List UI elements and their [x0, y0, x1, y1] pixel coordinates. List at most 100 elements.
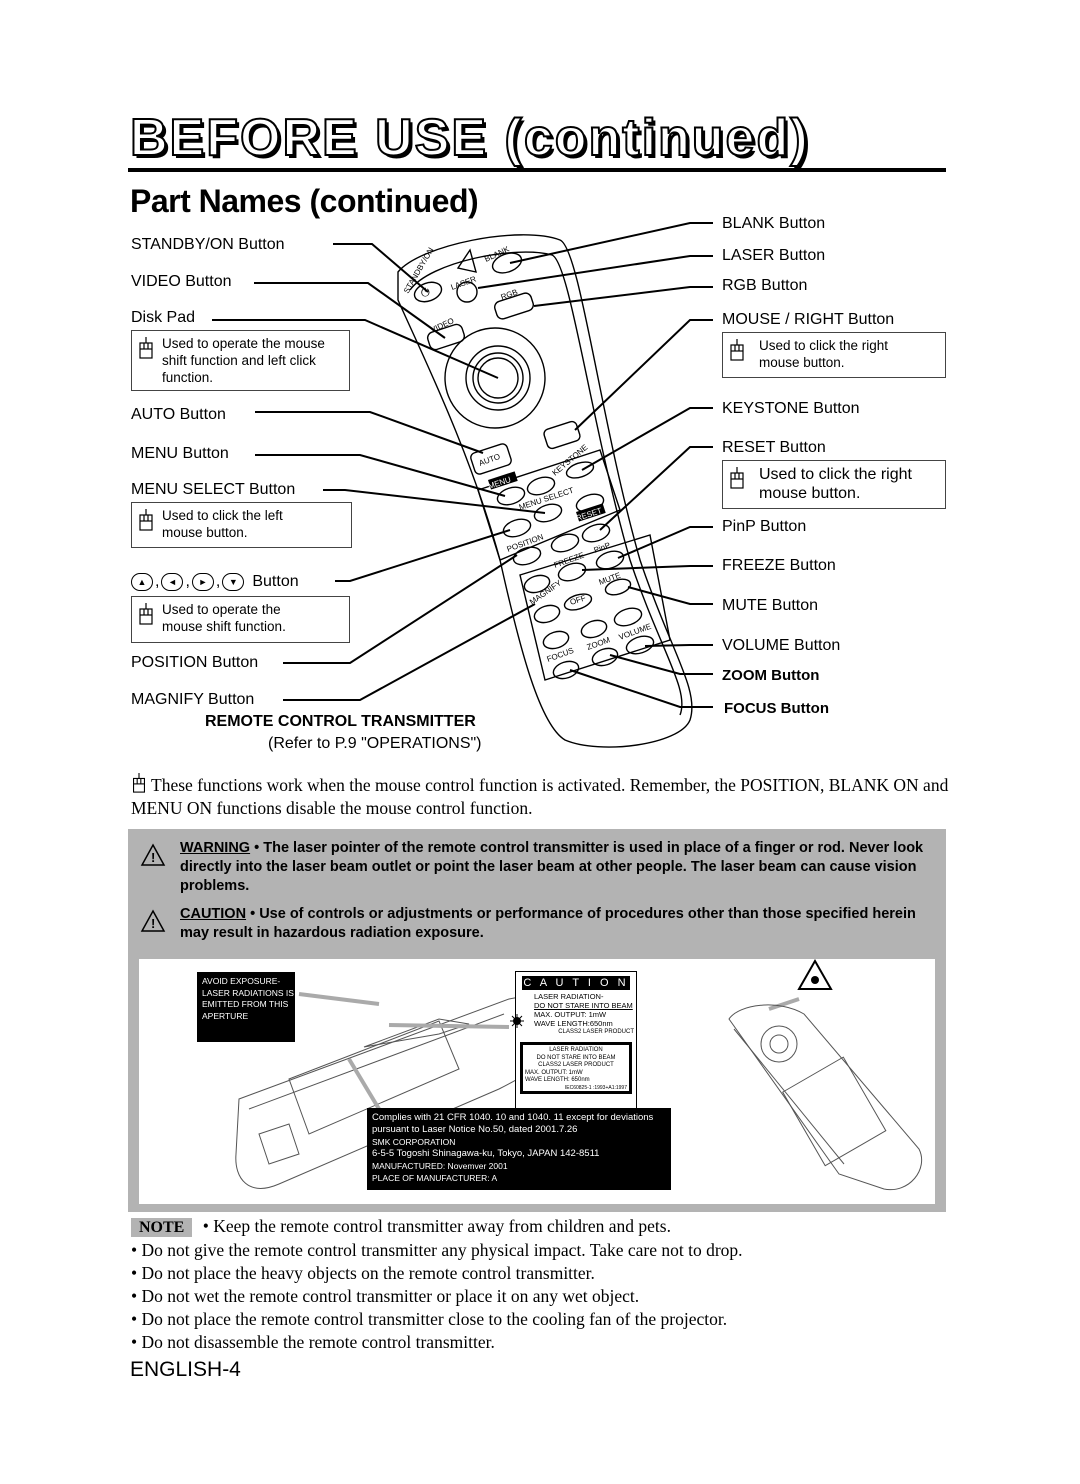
svg-text:KEYSTONE: KEYSTONE	[551, 443, 590, 478]
aperture-label: AVOID EXPOSURE- LASER RADIATIONS IS EMIT…	[197, 972, 295, 1042]
label-auto-button: AUTO Button	[131, 406, 226, 423]
svg-text:BLANK: BLANK	[483, 244, 511, 264]
svg-text:AUTO: AUTO	[478, 452, 502, 468]
leader-laser	[477, 255, 713, 289]
compliance-label: Complies with 21 CFR 1040. 10 and 1040. …	[367, 1108, 671, 1190]
svg-text:VOLUME: VOLUME	[618, 622, 653, 642]
label-keystone-button: KEYSTONE Button	[722, 400, 860, 417]
label-freeze-button: FREEZE Button	[722, 557, 836, 574]
transmitter-reference: (Refer to P.9 "OPERATIONS")	[268, 735, 482, 752]
svg-text:⏻: ⏻	[421, 287, 430, 299]
caution-label-sticker: C A U T I O N LASER RADIATION- DO NOT ST…	[510, 971, 637, 1113]
down-arrow-icon: ▼	[222, 573, 245, 591]
note-reset: Used to click the right mouse button.	[722, 460, 946, 509]
up-arrow-icon: ▲	[131, 573, 153, 591]
compliance-line: SMK CORPORATION	[372, 1137, 456, 1147]
note-text: Used to click the right mouse button.	[759, 466, 912, 502]
label-blank-button: BLANK Button	[722, 215, 826, 232]
label-volume-button: VOLUME Button	[722, 637, 841, 654]
leader-menu-select	[323, 489, 546, 514]
leader-mouse-right	[574, 319, 713, 431]
remote-body	[397, 234, 693, 748]
caution-text: CAUTION • Use of controls or adjustments…	[140, 905, 930, 943]
mouse-function-paragraph: These functions work when the mouse cont…	[131, 773, 951, 820]
caution-sticker-title: C A U T I O N	[522, 976, 630, 990]
note-item: • Do not place the heavy objects on the …	[131, 1263, 595, 1283]
note-disk-pad: Used to operate the mouse shift function…	[131, 330, 350, 391]
leader-volume	[644, 644, 713, 647]
sticker-line: LASER RADIATION-	[534, 992, 604, 1001]
inner-line: IEC60825-1 :1993+A1:1997	[564, 1084, 627, 1091]
svg-text:STANDBY/ON: STANDBY/ON	[402, 246, 436, 295]
page-number: ENGLISH-4	[130, 1358, 241, 1381]
caution-label: CAUTION	[180, 906, 247, 922]
leader-zoom	[609, 654, 713, 675]
caution-body: • Use of controls or adjustments or perf…	[180, 906, 916, 941]
label-zoom-button: ZOOM Button	[722, 667, 820, 684]
mouse-icon	[730, 467, 744, 489]
note-text: Used to click the right mouse button.	[759, 338, 889, 370]
leader-freeze	[581, 565, 713, 571]
svg-text:MAGNIFY: MAGNIFY	[528, 578, 564, 607]
label-arrow-buttons: ▲, ◄, ►, ▼ Button	[131, 573, 299, 591]
comma: ,	[185, 573, 190, 590]
mouse-icon	[133, 773, 145, 793]
transmitter-title: REMOTE CONTROL TRANSMITTER	[205, 713, 476, 730]
leader-reset	[599, 446, 713, 531]
note-item: • Do not disassemble the remote control …	[131, 1332, 495, 1352]
label-mute-button: MUTE Button	[722, 597, 819, 614]
leader-mute	[627, 586, 713, 605]
label-menu-button: MENU Button	[131, 445, 229, 462]
caution-triangle-icon: !	[140, 909, 166, 932]
label-rgb-button: RGB Button	[722, 277, 808, 294]
note-arrows: Used to operate the mouse shift function…	[131, 596, 350, 643]
compliance-line: MANUFACTURED: Novemver 2001	[372, 1161, 508, 1171]
label-video-button: VIDEO Button	[131, 273, 232, 290]
sticker-line: WAVE LENGTH:650nm	[534, 1019, 613, 1028]
note-item: NOTE • Keep the remote control transmitt…	[131, 1215, 961, 1239]
inner-line: WAVE LENGTH: 650nm	[525, 1077, 590, 1083]
note-text: Used to click the left mouse button.	[162, 508, 283, 540]
warning-text: WARNING • The laser pointer of the remot…	[140, 839, 930, 896]
aperture-line: EMITTED FROM THIS	[202, 999, 289, 1009]
note-text: Used to operate the mouse shift function…	[162, 602, 286, 634]
aperture-line: APERTURE	[202, 1010, 249, 1021]
aperture-line: AVOID EXPOSURE-	[202, 976, 281, 986]
svg-text:FOCUS: FOCUS	[546, 646, 575, 664]
warning-label: WARNING	[180, 840, 251, 856]
label-mouse-right-button: MOUSE / RIGHT Button	[722, 311, 895, 328]
mouse-icon	[139, 337, 153, 359]
right-arrow-icon: ►	[191, 573, 214, 591]
leader-auto	[255, 411, 484, 454]
svg-text:MENU SELECT: MENU SELECT	[518, 486, 575, 512]
compliance-line: 6-5-5 Togoshi Shinagawa-ku, Tokyo, JAPAN…	[372, 1148, 600, 1159]
svg-text:OFF: OFF	[569, 593, 587, 607]
note-tag: NOTE	[131, 1218, 193, 1237]
leader-rgb	[533, 286, 713, 307]
caution-sticker-lines: LASER RADIATION- DO NOT STARE INTO BEAM …	[516, 992, 636, 1037]
leader-pinp	[617, 526, 713, 559]
comma: ,	[215, 573, 221, 590]
arrow-button-label: Button	[252, 573, 299, 590]
compliance-line: Complies with 21 CFR 1040. 10 and 1040. …	[372, 1112, 654, 1123]
caution-inner-box: LASER RADIATION DO NOT STARE INTO BEAM C…	[520, 1042, 632, 1094]
svg-text:!: !	[151, 916, 155, 931]
sticker-line: CLASS2 LASER PRODUCT	[558, 1029, 634, 1035]
svg-text:RESET: RESET	[575, 506, 603, 523]
sticker-line: MAX. OUTPUT: 1mW	[534, 1010, 607, 1019]
inner-line: LASER RADIATION	[549, 1047, 603, 1053]
label-menu-select-button: MENU SELECT Button	[131, 481, 296, 498]
leader-focus	[569, 669, 713, 708]
label-standby-button: STANDBY/ON Button	[131, 236, 285, 253]
leader-arrows	[335, 529, 511, 582]
svg-text:MUTE: MUTE	[598, 571, 622, 587]
label-pinp-button: PinP Button	[722, 518, 807, 535]
label-laser-button: LASER Button	[722, 247, 826, 264]
svg-text:RGB: RGB	[500, 287, 519, 301]
laser-labels-figure: AVOID EXPOSURE- LASER RADIATIONS IS EMIT…	[139, 959, 935, 1204]
mouse-icon	[730, 339, 744, 361]
warning-body: • The laser pointer of the remote contro…	[180, 840, 924, 894]
remote-inner-edge	[409, 251, 683, 716]
note-item-text: • Keep the remote control transmitter aw…	[202, 1216, 671, 1236]
paragraph-text: These functions work when the mouse cont…	[131, 775, 949, 818]
